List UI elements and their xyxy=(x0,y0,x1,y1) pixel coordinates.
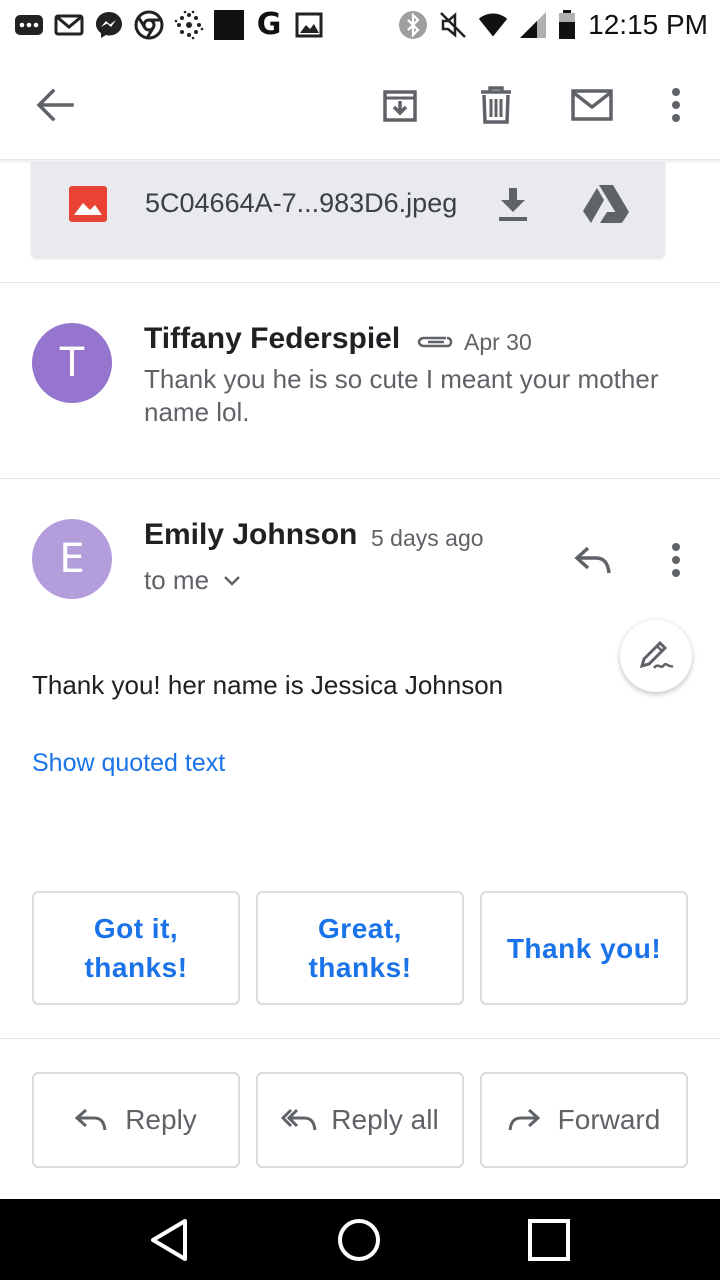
black-square-app-icon xyxy=(214,10,244,40)
attachment-chip[interactable]: 5C04664A-7...983D6.jpeg xyxy=(31,162,665,258)
avatar: E xyxy=(32,519,112,599)
notification-icons: G xyxy=(14,8,324,42)
forward-label: Forward xyxy=(557,1104,661,1135)
smart-reply-label: Great, thanks! xyxy=(308,913,412,983)
nav-home-button[interactable] xyxy=(336,1217,382,1263)
smart-reply-chip[interactable]: Got it, thanks! xyxy=(32,891,240,1005)
save-to-drive-button[interactable] xyxy=(581,180,631,228)
messenger-icon xyxy=(94,10,124,40)
save-to-drive-icon xyxy=(583,185,629,223)
chevron-down-icon xyxy=(224,575,240,586)
attachment-indicator-icon xyxy=(416,332,454,357)
wifi-icon xyxy=(478,10,508,40)
reply-icon xyxy=(574,546,611,574)
download-button[interactable] xyxy=(493,182,533,226)
nav-back-button[interactable] xyxy=(146,1217,192,1263)
divider xyxy=(0,282,720,283)
reply-label: Reply xyxy=(125,1104,197,1135)
signal-icon xyxy=(518,10,548,40)
more-notifications-icon xyxy=(14,10,44,40)
archive-icon xyxy=(383,90,417,122)
google-icon: G xyxy=(256,7,282,42)
reply-all-action-button[interactable]: Reply all xyxy=(256,1072,464,1168)
mute-icon xyxy=(438,10,468,40)
back-button[interactable] xyxy=(27,77,83,133)
clock: 12:15 PM xyxy=(588,9,708,40)
more-vert-icon xyxy=(672,543,680,577)
smart-reply-label: Got it, thanks! xyxy=(84,913,188,983)
gmail-icon xyxy=(54,10,84,40)
smart-reply-label: Thank you! xyxy=(506,932,662,964)
smart-reply-chip[interactable]: Thank you! xyxy=(480,891,688,1005)
reply-all-icon xyxy=(281,1108,317,1131)
status-bar: G 12:15 PM xyxy=(0,0,720,50)
circle-home-icon xyxy=(338,1219,380,1261)
show-quoted-text-link[interactable]: Show quoted text xyxy=(32,749,225,778)
attachment-filename: 5C04664A-7...983D6.jpeg xyxy=(145,188,458,218)
message-more-button[interactable] xyxy=(660,538,692,582)
mark-unread-icon xyxy=(571,89,613,121)
system-icons: 12:15 PM xyxy=(398,8,708,42)
nav-recents-button[interactable] xyxy=(526,1217,572,1263)
square-recents-icon xyxy=(528,1219,570,1261)
photo-icon xyxy=(294,10,324,40)
compose-pen-icon xyxy=(639,640,674,669)
delete-icon xyxy=(481,86,511,124)
delete-button[interactable] xyxy=(468,77,524,133)
recipient-label: to me xyxy=(144,565,210,595)
bluetooth-icon xyxy=(398,10,428,40)
message-snippet: Thank you he is so cute I meant your mot… xyxy=(144,364,659,427)
message-body: Thank you! her name is Jessica Johnson xyxy=(32,670,504,700)
toolbar xyxy=(0,50,720,160)
download-icon xyxy=(499,188,527,221)
reply-button[interactable] xyxy=(568,538,618,582)
divider xyxy=(0,1038,720,1039)
sender-name: Emily Johnson xyxy=(144,518,358,551)
avatar: T xyxy=(32,323,112,403)
reply-icon xyxy=(75,1108,107,1131)
reply-action-button[interactable]: Reply xyxy=(32,1072,240,1168)
image-file-icon xyxy=(69,186,107,227)
avatar-letter: T xyxy=(59,340,85,386)
forward-action-button[interactable]: Forward xyxy=(480,1072,688,1168)
more-options-button[interactable] xyxy=(648,77,704,133)
forward-icon xyxy=(508,1108,540,1131)
triangle-back-icon xyxy=(151,1219,187,1261)
mark-unread-button[interactable] xyxy=(564,77,620,133)
more-vert-icon xyxy=(672,88,680,122)
avatar-letter: E xyxy=(59,536,85,582)
back-arrow-icon xyxy=(36,88,74,122)
battery-icon xyxy=(558,10,576,40)
dots-app-icon xyxy=(174,10,204,40)
compose-button[interactable] xyxy=(620,620,692,692)
message-date: Apr 30 xyxy=(464,329,532,355)
divider xyxy=(0,478,720,479)
system-nav-bar xyxy=(0,1199,720,1280)
reply-all-label: Reply all xyxy=(331,1104,439,1135)
smart-reply-chip[interactable]: Great, thanks! xyxy=(256,891,464,1005)
message-date: 5 days ago xyxy=(371,525,484,551)
archive-button[interactable] xyxy=(372,77,428,133)
recipient-details-toggle[interactable]: to me xyxy=(144,565,241,596)
chrome-icon xyxy=(134,10,164,40)
sender-name: Tiffany Federspiel xyxy=(144,322,401,355)
